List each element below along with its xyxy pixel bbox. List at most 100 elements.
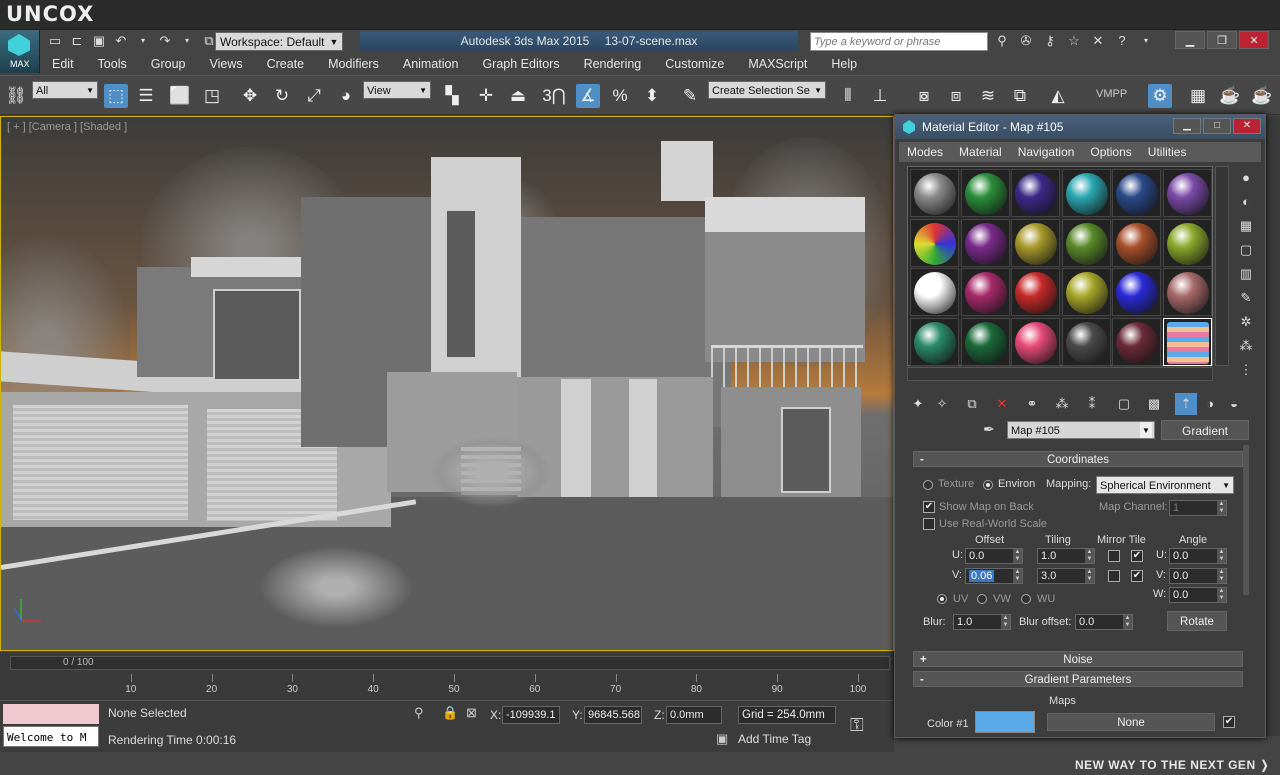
link-icon[interactable]: ⛓ bbox=[4, 84, 28, 108]
select-by-material-icon[interactable]: ⁂ bbox=[1235, 334, 1257, 358]
workspace-dropdown[interactable]: Workspace: Default ▼ bbox=[215, 32, 343, 51]
lock-icon[interactable]: 🔒 bbox=[442, 705, 458, 721]
sample-slot[interactable] bbox=[1162, 169, 1212, 217]
star-icon[interactable]: ☆ bbox=[1064, 32, 1084, 50]
options-icon[interactable]: ✲ bbox=[1235, 310, 1257, 334]
help-icon[interactable]: ? bbox=[1112, 32, 1132, 50]
sample-slot[interactable] bbox=[910, 218, 959, 267]
sample-slot[interactable] bbox=[960, 169, 1010, 217]
maxscript-mini-listener[interactable]: Welcome to M bbox=[3, 726, 99, 747]
show-end-result-icon[interactable]: ▩ bbox=[1143, 393, 1165, 415]
angle-w-spinner[interactable]: 0.0 ▲ ▼ bbox=[1169, 587, 1227, 603]
percent-snap-icon[interactable]: % bbox=[608, 84, 632, 108]
select-object-icon[interactable]: ⬚ bbox=[104, 84, 128, 108]
tiling-v-spinner[interactable]: 3.0 ▲ ▼ bbox=[1037, 568, 1095, 584]
sample-slot[interactable] bbox=[1061, 169, 1111, 217]
sample-slot[interactable] bbox=[960, 218, 1010, 267]
rotate-icon[interactable]: ↻ bbox=[270, 84, 294, 108]
maxscript-listener-output[interactable] bbox=[3, 704, 99, 724]
menu-customize[interactable]: Customize bbox=[653, 54, 736, 74]
window-crossing-icon[interactable]: ◳ bbox=[200, 84, 224, 108]
gradient-parameters-rollout-header[interactable]: - Gradient Parameters bbox=[913, 671, 1243, 687]
tiling-u-spinner[interactable]: 1.0 ▲ ▼ bbox=[1037, 548, 1095, 564]
blur-spinner[interactable]: 1.0 ▲ ▼ bbox=[953, 614, 1011, 630]
me-close-button[interactable]: ✕ bbox=[1233, 118, 1261, 134]
align-icon[interactable]: ⊥ bbox=[868, 84, 892, 108]
me-minimize-button[interactable]: ▁ bbox=[1173, 118, 1201, 134]
vw-radio[interactable] bbox=[977, 594, 987, 604]
tile-u-checkbox[interactable]: ✔ bbox=[1131, 550, 1143, 562]
mapping-dropdown[interactable]: Spherical Environment ▼ bbox=[1096, 476, 1234, 494]
exchange-icon[interactable]: ✕ bbox=[1088, 32, 1108, 50]
curve-editor-icon[interactable]: ≋ bbox=[976, 84, 1000, 108]
menu-views[interactable]: Views bbox=[197, 54, 254, 74]
blur-offset-spinner[interactable]: 0.0 ▲ ▼ bbox=[1075, 614, 1133, 630]
camera-viewport[interactable]: [ + ] [Camera ] [Shaded ] bbox=[0, 116, 894, 651]
select-by-name-icon[interactable]: ☰ bbox=[134, 84, 158, 108]
slots-vertical-scrollbar[interactable] bbox=[1215, 166, 1229, 366]
timeline-ruler[interactable]: 10 20 30 40 50 60 70 80 90 100 bbox=[50, 674, 890, 698]
tile-v-checkbox[interactable]: ✔ bbox=[1131, 570, 1143, 582]
y-coordinate-field[interactable]: 96845.568 bbox=[584, 706, 642, 724]
menu-maxscript[interactable]: MAXScript bbox=[736, 54, 819, 74]
material-id-icon[interactable]: ⁑ bbox=[1081, 393, 1103, 415]
snap-toggle-icon[interactable]: 3⋂ bbox=[542, 84, 566, 108]
backlight-icon[interactable]: ◐ bbox=[1235, 190, 1257, 214]
go-forward-sibling-icon[interactable]: ◑ bbox=[1199, 393, 1221, 415]
sample-slot[interactable] bbox=[1061, 218, 1111, 267]
me-menu-utilities[interactable]: Utilities bbox=[1140, 142, 1195, 162]
texture-radio[interactable] bbox=[923, 480, 933, 490]
put-to-library-icon[interactable]: ⁂ bbox=[1051, 393, 1073, 415]
angle-v-spinner[interactable]: 0.0 ▲ ▼ bbox=[1169, 568, 1227, 584]
move-icon[interactable]: ✥ bbox=[238, 84, 262, 108]
help-dropdown-icon[interactable]: ▾ bbox=[1136, 32, 1156, 50]
map-channel-spinner[interactable]: 1 ▲ ▼ bbox=[1169, 500, 1227, 516]
viewport-label[interactable]: [ + ] [Camera ] [Shaded ] bbox=[7, 121, 127, 133]
sample-slot[interactable] bbox=[1011, 317, 1060, 366]
angle-snap-icon[interactable]: ∡ bbox=[576, 84, 600, 108]
key-icon[interactable]: ⚷ bbox=[1040, 32, 1060, 50]
show-shaded-icon[interactable]: ▢ bbox=[1113, 393, 1135, 415]
sample-slot[interactable] bbox=[1011, 218, 1060, 267]
sample-slot[interactable] bbox=[1061, 268, 1111, 316]
me-menu-modes[interactable]: Modes bbox=[899, 142, 951, 162]
application-button[interactable]: MAX bbox=[0, 30, 40, 73]
mirror-icon[interactable]: ⫴ bbox=[836, 84, 860, 108]
restore-button[interactable]: ❐ bbox=[1207, 31, 1237, 49]
sample-slot[interactable] bbox=[1112, 268, 1161, 316]
close-button[interactable]: ✕ bbox=[1239, 31, 1269, 49]
slots-horizontal-scrollbar[interactable] bbox=[907, 367, 1213, 381]
sample-slot[interactable] bbox=[1162, 317, 1212, 366]
redo-dropdown-icon[interactable]: ▾ bbox=[178, 32, 196, 50]
keyboard-shortcut-icon[interactable]: ⏏ bbox=[506, 84, 530, 108]
time-slider[interactable]: 0 / 100 bbox=[10, 656, 890, 670]
render-production-icon[interactable]: ☕ bbox=[1218, 84, 1242, 108]
assign-to-selection-icon[interactable]: ⧉ bbox=[961, 393, 983, 415]
new-file-icon[interactable]: ▭ bbox=[46, 32, 64, 50]
menu-graph-editors[interactable]: Graph Editors bbox=[470, 54, 571, 74]
use-real-world-checkbox[interactable] bbox=[923, 518, 935, 530]
render-iterative-icon[interactable]: ☕ bbox=[1250, 84, 1274, 108]
sample-slot[interactable] bbox=[1112, 317, 1161, 366]
menu-rendering[interactable]: Rendering bbox=[572, 54, 654, 74]
me-menu-options[interactable]: Options bbox=[1082, 142, 1139, 162]
angle-u-spinner[interactable]: 0.0 ▲ ▼ bbox=[1169, 548, 1227, 564]
key-mode-icon[interactable]: ⚿ bbox=[850, 715, 864, 736]
vmpp-label[interactable]: VMPP bbox=[1096, 88, 1127, 100]
sample-slot[interactable] bbox=[910, 169, 959, 217]
selection-filter-dropdown[interactable]: All ▼ bbox=[32, 81, 98, 99]
reset-map-icon[interactable]: ✕ bbox=[991, 393, 1013, 415]
menu-edit[interactable]: Edit bbox=[40, 54, 86, 74]
sample-slot[interactable] bbox=[1061, 317, 1111, 366]
z-coordinate-field[interactable]: 0.0mm bbox=[666, 706, 722, 724]
place-icon[interactable]: ◕ bbox=[334, 84, 358, 108]
material-editor-icon[interactable]: ◭ bbox=[1046, 84, 1070, 108]
menu-animation[interactable]: Animation bbox=[391, 54, 471, 74]
isolate-icon[interactable]: ⚲ bbox=[414, 705, 424, 721]
binoculars-icon[interactable]: ⚲ bbox=[992, 32, 1012, 50]
undo-dropdown-icon[interactable]: ▾ bbox=[134, 32, 152, 50]
me-maximize-button[interactable]: □ bbox=[1203, 118, 1231, 134]
uv-radio[interactable] bbox=[937, 594, 947, 604]
sample-slot[interactable] bbox=[1112, 169, 1161, 217]
sample-slot[interactable] bbox=[910, 317, 959, 366]
